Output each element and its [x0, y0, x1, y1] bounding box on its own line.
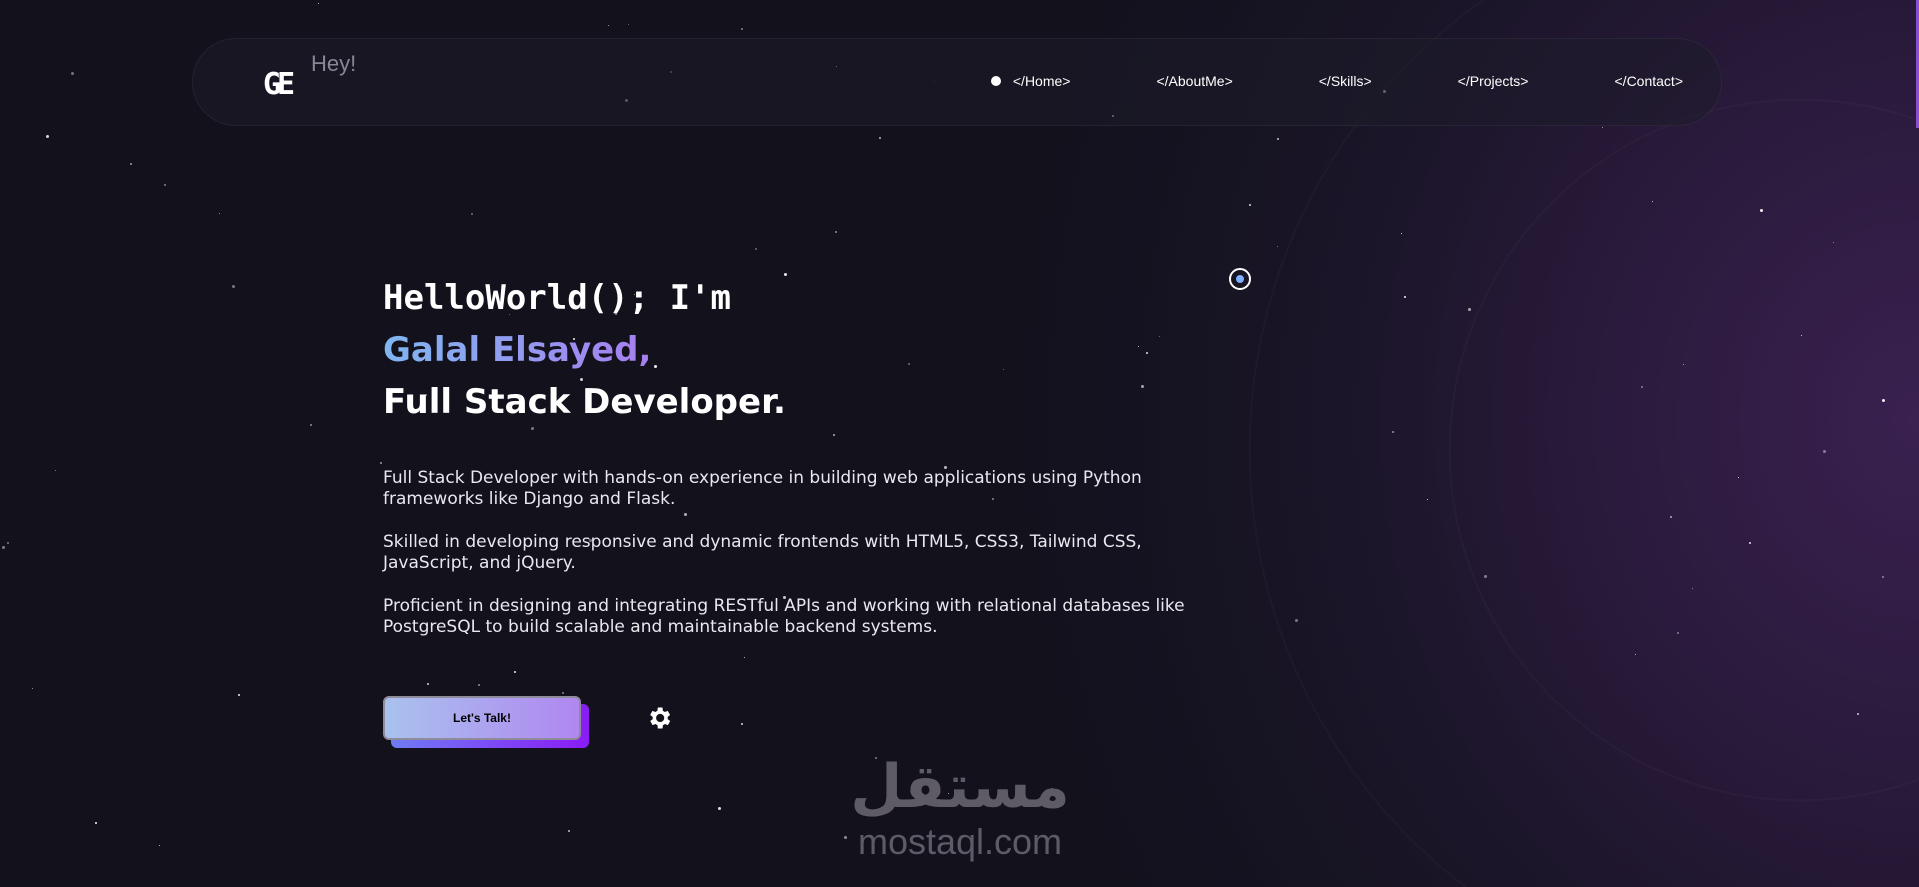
nav-menu: </Home> </AboutMe> </Skills> </Projects>… [990, 73, 1684, 89]
hero-name: Galal Elsayed, [383, 324, 651, 376]
star [163, 184, 166, 187]
hero-paragraph: Skilled in developing responsive and dyn… [383, 532, 1142, 573]
hero-paragraph: Full Stack Developer with hands-on exper… [383, 468, 1142, 509]
hero-role: Full Stack Developer. [383, 382, 786, 422]
nav-home-label: </Home> [1012, 73, 1071, 89]
star [1295, 618, 1299, 622]
lets-talk-button[interactable]: Let's Talk! [383, 696, 581, 740]
watermark: مستقل mostaql.com [840, 752, 1080, 862]
nav-contact[interactable]: </Contact> [1615, 73, 1684, 89]
active-dot-icon [990, 76, 1001, 86]
star [380, 461, 383, 464]
star [427, 682, 430, 685]
star [1276, 138, 1279, 141]
star [71, 71, 75, 75]
custom-cursor-icon [1229, 268, 1251, 290]
star [1833, 241, 1834, 243]
star [717, 807, 721, 811]
star [1748, 541, 1751, 544]
star [95, 821, 98, 824]
hero: HelloWorld(); I'm Galal Elsayed, Full St… [383, 272, 1233, 638]
star [1759, 208, 1763, 212]
nav-projects[interactable]: </Projects> [1458, 73, 1529, 89]
watermark-arabic: مستقل [850, 752, 1070, 822]
star [1276, 245, 1278, 247]
star [1738, 476, 1740, 478]
star [1857, 712, 1860, 715]
star [1391, 430, 1394, 433]
hero-greeting: HelloWorld(); I'm [383, 278, 731, 318]
nav-skills[interactable]: </Skills> [1319, 73, 1372, 89]
star [1676, 631, 1679, 634]
star [55, 469, 57, 471]
star [31, 687, 33, 689]
star [237, 694, 240, 697]
lets-talk-wrapper: Let's Talk! [383, 696, 589, 748]
nav-aboutme[interactable]: </AboutMe> [1156, 73, 1232, 89]
star [317, 2, 319, 4]
star [743, 656, 745, 658]
star [1634, 653, 1636, 655]
star [477, 683, 480, 686]
watermark-latin: mostaql.com [857, 821, 1063, 862]
star [567, 830, 570, 833]
star [1669, 515, 1672, 518]
hero-paragraph: Proficient in designing and integrating … [383, 596, 1185, 637]
navbar: GE Hey! </Home> </AboutMe> </Skills> </P… [192, 38, 1722, 126]
star [834, 231, 837, 234]
star [513, 670, 516, 673]
star [1426, 498, 1428, 500]
nav-home[interactable]: </Home> [990, 73, 1071, 89]
star [1801, 334, 1803, 336]
star [129, 163, 132, 166]
logo[interactable]: GE [263, 67, 295, 102]
star [231, 284, 235, 288]
star [1, 546, 5, 549]
star [741, 27, 744, 30]
logo-tag: Hey! [311, 51, 357, 76]
gear-icon[interactable] [645, 704, 673, 732]
star [1403, 295, 1406, 298]
